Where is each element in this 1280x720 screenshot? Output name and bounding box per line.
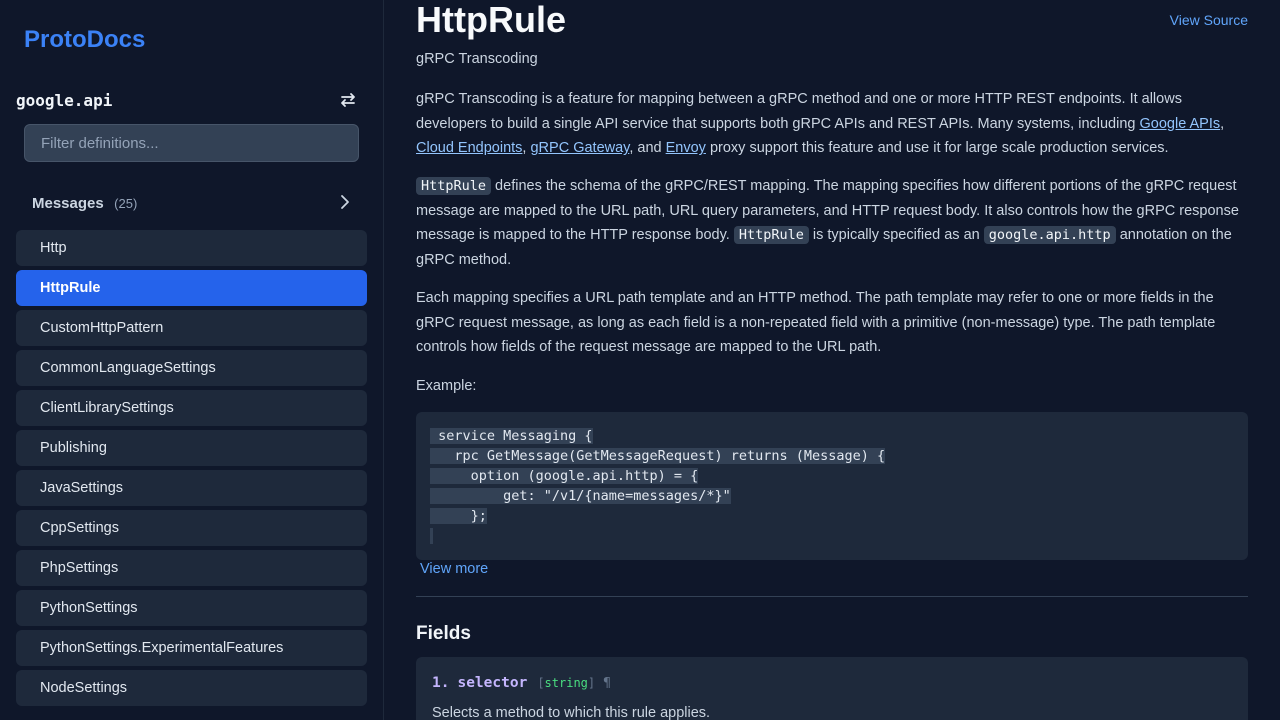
code-line: rpc GetMessage(GetMessageRequest) return… xyxy=(430,448,886,464)
code-line: }; xyxy=(430,508,487,524)
swap-package-icon[interactable] xyxy=(337,89,359,111)
sidebar-item-pythonsettings[interactable]: PythonSettings xyxy=(16,590,367,626)
section-divider xyxy=(416,596,1248,597)
code-line: option (google.api.http) = { xyxy=(430,468,699,484)
code-example: service Messaging { rpc GetMessage(GetMe… xyxy=(430,426,1234,546)
cloud-endpoints-link[interactable]: Cloud Endpoints xyxy=(416,140,522,156)
sidebar-item-clientlibrarysettings[interactable]: ClientLibrarySettings xyxy=(16,390,367,426)
type-bracket-close: ] xyxy=(587,676,596,690)
messages-section-count: (25) xyxy=(114,196,138,211)
inline-code-httprule-2: HttpRule xyxy=(733,226,809,245)
code-line: service Messaging { xyxy=(430,428,593,444)
sidebar-item-commonlanguagesettings[interactable]: CommonLanguageSettings xyxy=(16,350,367,386)
page-title: HttpRule xyxy=(416,0,566,40)
messages-section-label: Messages (25) xyxy=(32,195,137,213)
field-name: selector xyxy=(457,675,528,691)
description-paragraph-2: HttpRule defines the schema of the gRPC/… xyxy=(416,174,1248,272)
app-root: ProtoDocs google.api Messages (25) xyxy=(0,0,1280,720)
view-more-link[interactable]: View more xyxy=(420,561,488,577)
p2-text-2: is typically specified as an xyxy=(808,227,984,244)
inline-code-google-api-http: google.api.http xyxy=(983,226,1116,245)
sidebar-item-pythonsettings-experimentalfeatures[interactable]: PythonSettings.ExperimentalFeatures xyxy=(16,630,367,666)
sidebar-item-publishing[interactable]: Publishing xyxy=(16,430,367,466)
view-source-link[interactable]: View Source xyxy=(1170,12,1248,28)
fields-heading: Fields xyxy=(416,623,471,644)
code-example-block: service Messaging { rpc GetMessage(GetMe… xyxy=(416,412,1248,560)
envoy-link[interactable]: Envoy xyxy=(666,140,706,156)
field-description: Selects a method to which this rule appl… xyxy=(432,705,711,720)
google-apis-link[interactable]: Google APIs xyxy=(1140,116,1221,132)
package-header: google.api xyxy=(16,86,359,114)
sidebar-item-cppsettings[interactable]: CppSettings xyxy=(16,510,367,546)
message-nav-list: Http HttpRule CustomHttpPattern CommonLa… xyxy=(16,230,367,710)
field-type-name: string xyxy=(544,676,588,690)
p1-text-1: gRPC Transcoding is a feature for mappin… xyxy=(416,91,1182,132)
sidebar: ProtoDocs google.api Messages (25) xyxy=(0,0,384,720)
sidebar-item-javasettings[interactable]: JavaSettings xyxy=(16,470,367,506)
code-line: get: "/v1/{name=messages/*}" xyxy=(430,488,731,504)
filter-input[interactable] xyxy=(24,124,359,162)
main-content: HttpRule View Source gRPC Transcoding gR… xyxy=(384,0,1280,720)
description-paragraph-3: Each mapping specifies a URL path templa… xyxy=(416,290,1216,356)
sidebar-item-customhttppattern[interactable]: CustomHttpPattern xyxy=(16,310,367,346)
description-paragraph-1: gRPC Transcoding is a feature for mappin… xyxy=(416,87,1248,161)
page-subtitle: gRPC Transcoding xyxy=(416,51,538,67)
field-number: 1. xyxy=(432,675,450,691)
code-line xyxy=(430,526,1234,546)
package-name: google.api xyxy=(16,90,113,110)
p1-sep-3: , and xyxy=(629,140,666,157)
field-anchor-link[interactable]: ¶ xyxy=(603,676,611,691)
sidebar-item-http[interactable]: Http xyxy=(16,230,367,266)
field-header: 1. selector [string] ¶ xyxy=(432,675,611,691)
sidebar-item-httprule[interactable]: HttpRule xyxy=(16,270,367,306)
field-card: 1. selector [string] ¶ Selects a method … xyxy=(416,657,1248,720)
field-type: [string] xyxy=(537,676,595,690)
example-label: Example: xyxy=(416,378,477,394)
brand-logo[interactable]: ProtoDocs xyxy=(24,26,145,54)
sidebar-item-phpsettings[interactable]: PhpSettings xyxy=(16,550,367,586)
messages-section-toggle[interactable]: Messages (25) xyxy=(16,188,367,220)
inline-code-httprule: HttpRule xyxy=(416,177,492,195)
messages-section-title: Messages xyxy=(32,195,104,212)
p1-text-2: proxy support this feature and use it fo… xyxy=(705,140,1169,157)
sidebar-item-nodesettings[interactable]: NodeSettings xyxy=(16,670,367,706)
type-bracket-open: [ xyxy=(537,676,545,690)
p1-sep-1: , xyxy=(1220,115,1225,132)
chevron-right-icon xyxy=(339,194,351,215)
grpc-gateway-link[interactable]: gRPC Gateway xyxy=(530,140,629,156)
